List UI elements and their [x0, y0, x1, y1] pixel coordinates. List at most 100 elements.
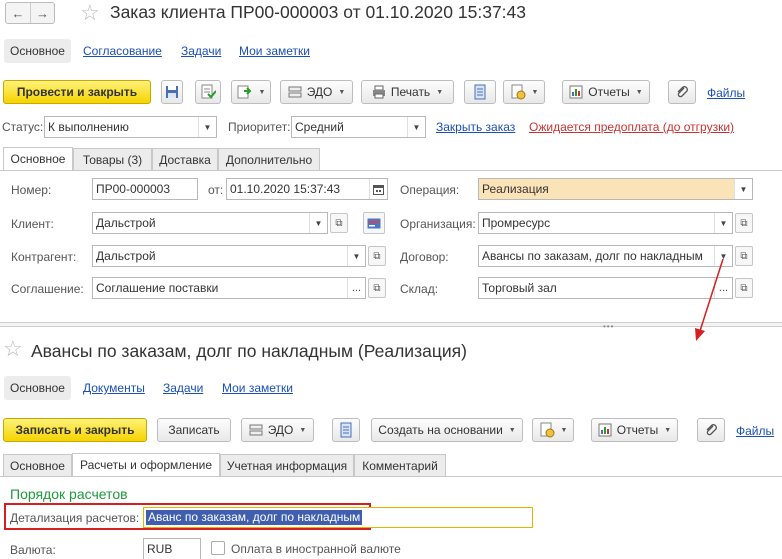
tab-delivery[interactable]: Доставка: [152, 148, 218, 170]
date-value: 01.10.2020 15:37:43: [230, 182, 341, 196]
attachments-menu-button[interactable]: ▼: [503, 80, 545, 104]
print-button[interactable]: Печать ▼: [361, 80, 454, 104]
contract-label: Договор:: [400, 250, 449, 264]
number-field[interactable]: ПР00-000003: [92, 178, 198, 200]
bottom-nav-tab-notes[interactable]: Мои заметки: [222, 376, 293, 400]
chevron-down-icon[interactable]: ▼: [407, 117, 425, 137]
tab-main[interactable]: Основное: [3, 147, 73, 170]
bottom-tab-settlements[interactable]: Расчеты и оформление: [72, 453, 220, 476]
bottom-tab-comment[interactable]: Комментарий: [354, 454, 446, 476]
operation-select[interactable]: Реализация ▼: [478, 178, 753, 200]
post-and-close-button[interactable]: Провести и закрыть: [3, 80, 151, 104]
chevron-down-icon: ▼: [338, 88, 346, 96]
currency-label: Валюта:: [10, 543, 56, 557]
open-client-icon[interactable]: ⧉: [330, 213, 348, 233]
settlement-detail-value: Аванс по заказам, долг по накладным: [146, 510, 363, 525]
calendar-icon[interactable]: [369, 179, 387, 199]
bottom-tab-accounting[interactable]: Учетная информация: [220, 454, 354, 476]
contractor-label: Контрагент:: [11, 250, 77, 264]
favorite-star-icon[interactable]: ☆: [3, 338, 23, 360]
contractor-value: Дальстрой: [96, 249, 156, 263]
prepayment-link[interactable]: Ожидается предоплата (до отгрузки): [529, 120, 734, 134]
edo-label: ЭДО: [267, 423, 294, 437]
reports-button[interactable]: Отчеты ▼: [562, 80, 650, 104]
currency-value: RUB: [147, 542, 173, 556]
nav-tab-notes[interactable]: Мои заметки: [239, 39, 310, 63]
currency-field[interactable]: RUB: [143, 538, 201, 559]
chevron-down-icon[interactable]: ▼: [714, 213, 732, 233]
nav-tab-tasks[interactable]: Задачи: [181, 39, 221, 63]
client-field[interactable]: Дальстрой ▼: [92, 212, 328, 234]
splitter-grip-icon[interactable]: •••: [603, 322, 614, 331]
open-contractor-icon[interactable]: ⧉: [368, 246, 386, 266]
ellipsis-icon[interactable]: ...: [347, 278, 365, 298]
tab-goods[interactable]: Товары (3): [73, 148, 152, 170]
settlement-detail-label: Детализация расчетов:: [10, 511, 140, 525]
chevron-down-icon: ▼: [299, 426, 307, 434]
chevron-down-icon[interactable]: ▼: [734, 179, 752, 199]
edo-icon: [249, 424, 263, 436]
bottom-tab-main[interactable]: Основное: [3, 454, 72, 476]
section-title: Порядок расчетов: [10, 486, 128, 502]
organization-label: Организация:: [400, 217, 476, 231]
bottom-reports-button[interactable]: Отчеты ▼: [591, 418, 678, 442]
save-and-close-button[interactable]: Записать и закрыть: [3, 418, 147, 442]
form-splitter[interactable]: [0, 322, 782, 327]
tab-additional[interactable]: Дополнительно: [218, 148, 320, 170]
history-nav: ← →: [5, 2, 55, 24]
client-label: Клиент:: [11, 217, 54, 231]
document-gear-icon: [540, 422, 555, 438]
forward-arrow-icon[interactable]: →: [30, 3, 54, 23]
number-label: Номер:: [11, 183, 52, 197]
open-warehouse-icon[interactable]: ⧉: [735, 278, 753, 298]
nav-tab-approval[interactable]: Согласование: [83, 39, 162, 63]
post-document-icon[interactable]: [195, 80, 221, 104]
status-select[interactable]: К выполнению ▼: [44, 116, 217, 138]
edo-button[interactable]: ЭДО ▼: [280, 80, 353, 104]
chevron-down-icon[interactable]: ▼: [347, 246, 365, 266]
save-icon[interactable]: [161, 80, 183, 104]
paperclip-icon[interactable]: [668, 80, 696, 104]
save-button[interactable]: Записать: [157, 418, 231, 442]
agreement-field[interactable]: Соглашение поставки ...: [92, 277, 366, 299]
create-based-on-label: Создать на основании: [378, 423, 503, 437]
bottom-nav-tab-tasks[interactable]: Задачи: [163, 376, 203, 400]
edo-icon: [288, 86, 302, 98]
open-contract-icon[interactable]: ⧉: [735, 246, 753, 266]
nav-tab-main[interactable]: Основное: [4, 39, 71, 63]
paperclip-icon[interactable]: [697, 418, 725, 442]
warehouse-value: Торговый зал: [482, 281, 557, 295]
structure-icon[interactable]: [464, 80, 496, 104]
open-agreement-icon[interactable]: ⧉: [368, 278, 386, 298]
files-link[interactable]: Файлы: [707, 86, 745, 100]
chevron-down-icon[interactable]: ▼: [198, 117, 216, 137]
favorite-star-icon[interactable]: ☆: [80, 2, 100, 24]
bottom-nav-tab-documents[interactable]: Документы: [83, 376, 145, 400]
create-based-on-button[interactable]: Создать на основании ▼: [371, 418, 523, 442]
annotation-arrow: [695, 258, 724, 341]
status-value: К выполнению: [48, 120, 129, 134]
contractor-field[interactable]: Дальстрой ▼: [92, 245, 366, 267]
organization-value: Промресурс: [482, 216, 551, 230]
priority-select[interactable]: Средний ▼: [291, 116, 426, 138]
page-title: Заказ клиента ПР00-000003 от 01.10.2020 …: [110, 2, 527, 22]
reports-label: Отчеты: [616, 423, 659, 437]
bottom-edo-button[interactable]: ЭДО ▼: [241, 418, 314, 442]
bottom-files-link[interactable]: Файлы: [736, 424, 774, 438]
agreement-label: Соглашение:: [11, 282, 84, 296]
create-based-on-button[interactable]: ▼: [231, 80, 271, 104]
foreign-currency-checkbox[interactable]: [211, 541, 225, 555]
date-field[interactable]: 01.10.2020 15:37:43: [226, 178, 388, 200]
bottom-nav-tab-main[interactable]: Основное: [4, 376, 71, 400]
client-card-icon[interactable]: [363, 212, 385, 234]
structure-icon[interactable]: [332, 418, 360, 442]
attachments-menu-button[interactable]: ▼: [532, 418, 574, 442]
reports-label: Отчеты: [588, 85, 630, 99]
back-arrow-icon[interactable]: ←: [6, 3, 30, 23]
open-organization-icon[interactable]: ⧉: [735, 213, 753, 233]
chevron-down-icon: ▼: [258, 88, 266, 96]
chevron-down-icon[interactable]: ▼: [309, 213, 327, 233]
priority-value: Средний: [295, 120, 344, 134]
organization-field[interactable]: Промресурс ▼: [478, 212, 733, 234]
close-order-link[interactable]: Закрыть заказ: [436, 120, 515, 134]
